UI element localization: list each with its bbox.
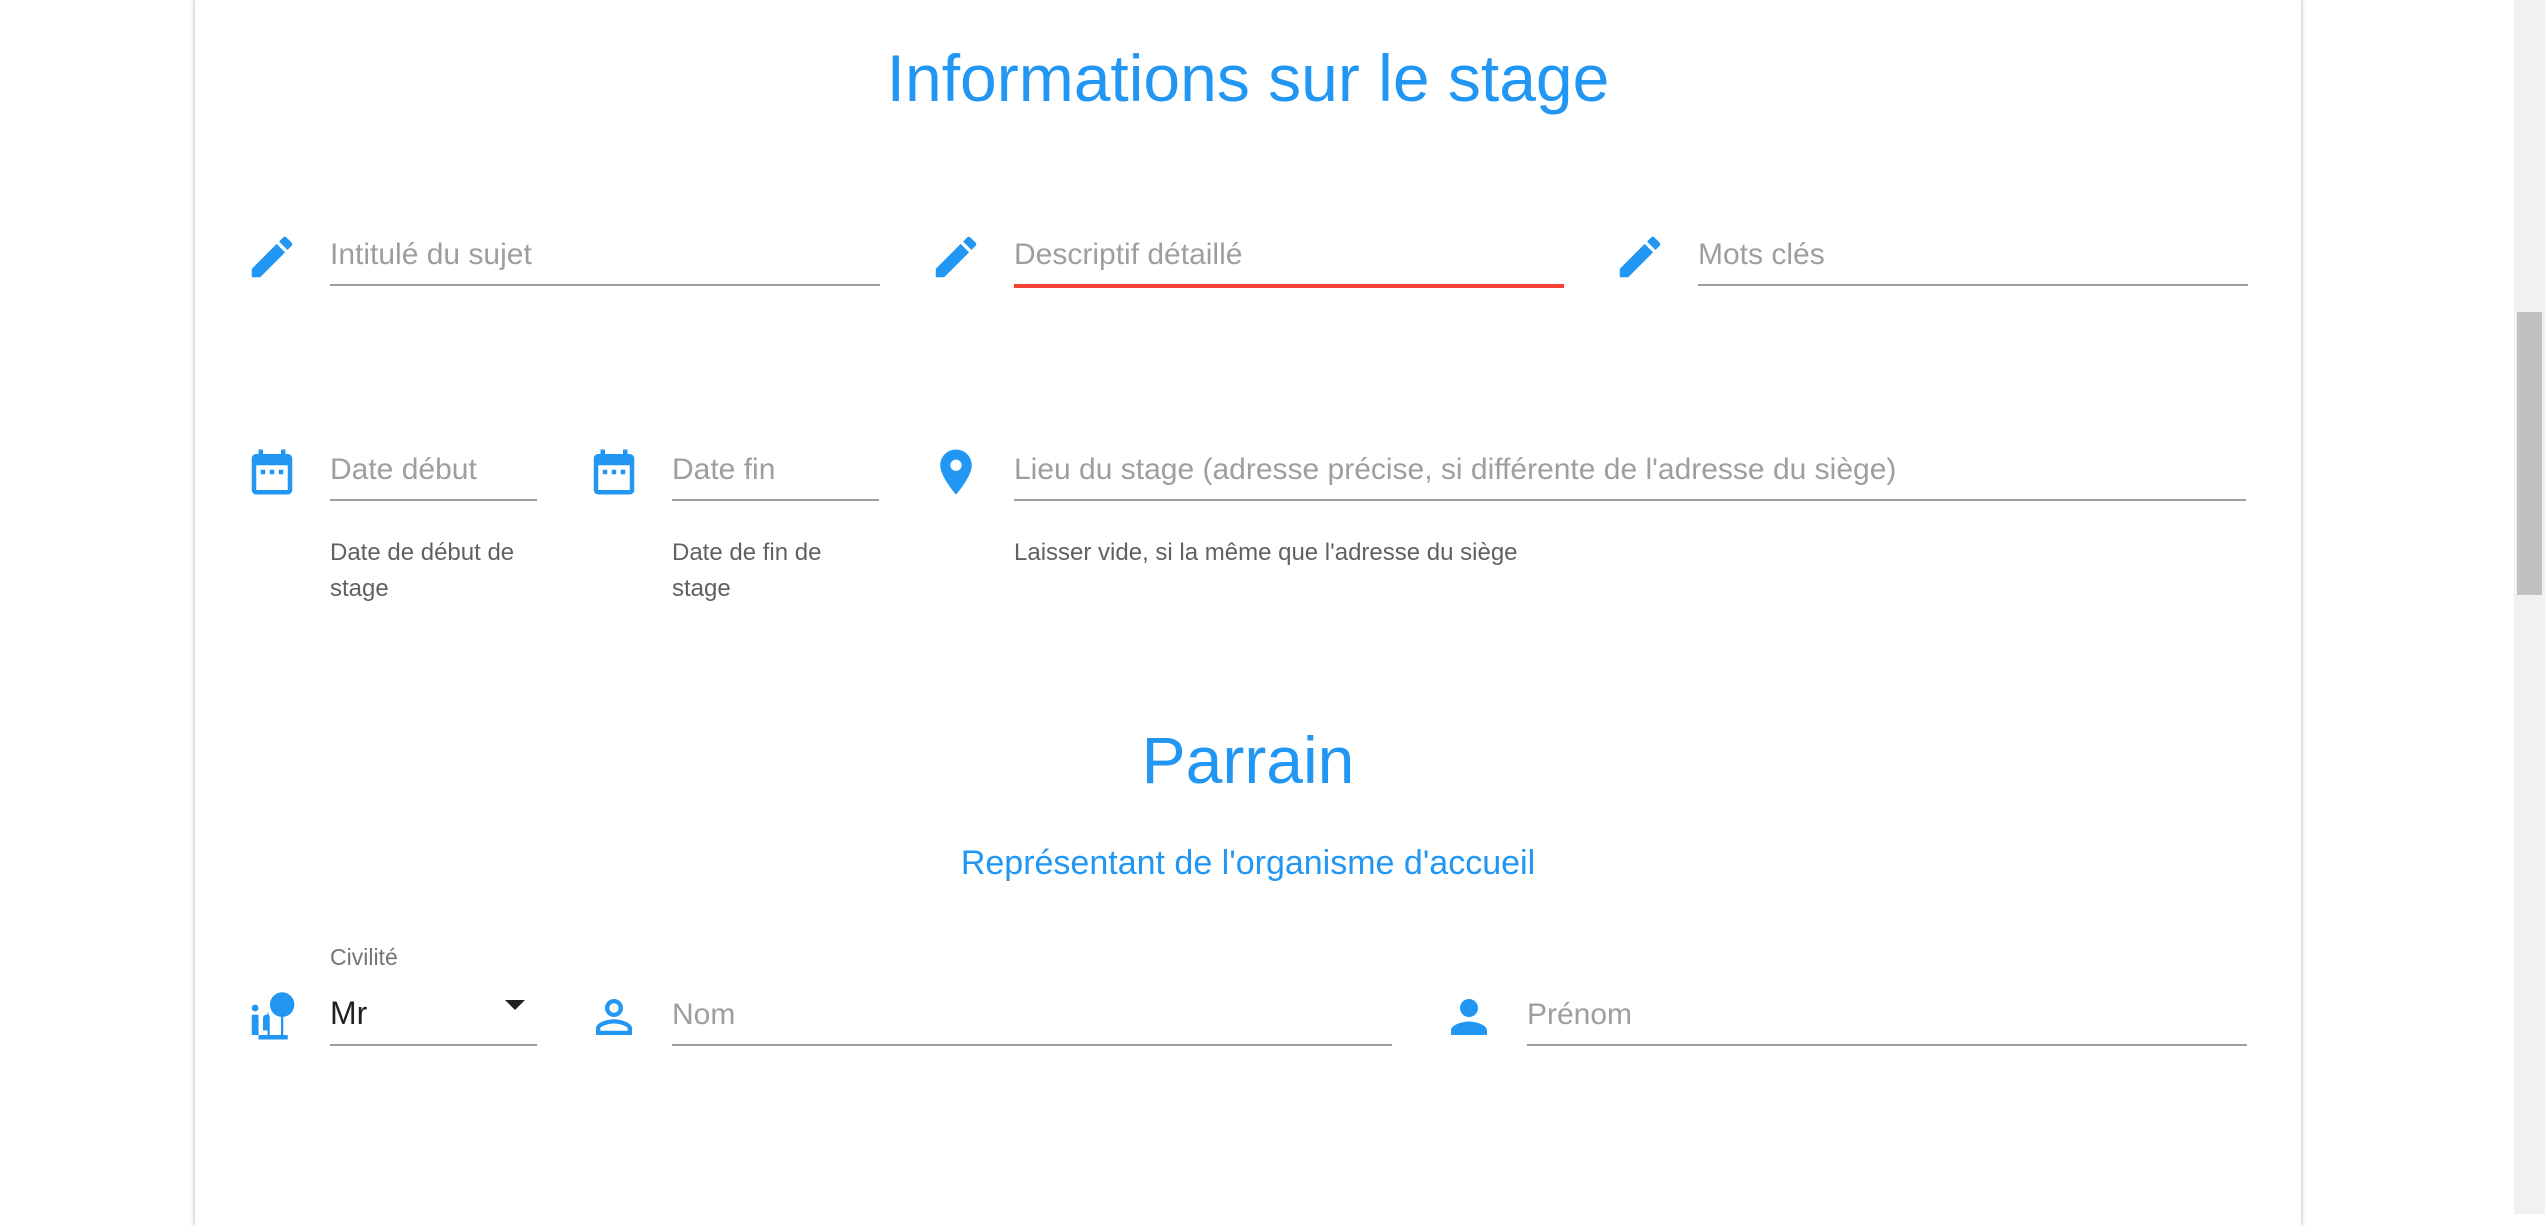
person-tree-icon: [245, 990, 299, 1044]
civility-value: Mr: [330, 995, 368, 1031]
scrollbar-thumb[interactable]: [2517, 312, 2542, 595]
parrain-section-title: Parrain: [1141, 723, 1355, 797]
civility-label: Civilité: [330, 944, 398, 970]
start-date-underline: [330, 441, 537, 501]
stage-section-title: Informations sur le stage: [886, 41, 1610, 115]
description-input[interactable]: [1014, 238, 1564, 272]
subject-title-field: [245, 226, 935, 306]
vertical-scrollbar[interactable]: [2514, 0, 2545, 1214]
location-input[interactable]: [1014, 453, 2246, 487]
parrain-section-subtitle: Représentant de l'organisme d'accueil: [960, 844, 1536, 882]
end-date-field: Date de fin de stage: [587, 441, 887, 611]
start-date-helper: Date de début de stage: [330, 539, 515, 602]
subject-title-underline: [330, 226, 880, 286]
person-icon: [1442, 990, 1496, 1044]
map-marker-icon: [929, 445, 983, 499]
first-name-input[interactable]: [1527, 998, 2247, 1032]
calendar-icon: [587, 445, 641, 499]
start-date-field: Date de début de stage: [245, 441, 545, 611]
page-viewport: Informations sur le stage Intitulé du su…: [0, 0, 2514, 1226]
location-field: Laisser vide, si la même que l'adresse d…: [929, 441, 2259, 581]
chevron-down-icon: [505, 1000, 525, 1010]
pencil-icon: [245, 230, 299, 284]
first-name-field: [1442, 986, 2252, 1066]
pencil-icon: [929, 230, 983, 284]
end-date-underline: [672, 441, 879, 501]
calendar-icon: [245, 445, 299, 499]
form-card: Informations sur le stage Intitulé du su…: [195, 0, 2301, 1226]
keywords-field: [1613, 226, 2253, 306]
location-helper: Laisser vide, si la même que l'adresse d…: [1014, 539, 1518, 566]
person-outline-icon: [587, 990, 641, 1044]
keywords-input[interactable]: [1698, 238, 2248, 272]
civility-field: Civilité Mr: [245, 944, 545, 1066]
pencil-icon: [1613, 230, 1667, 284]
end-date-helper: Date de fin de stage: [672, 539, 822, 602]
subject-title-input[interactable]: [330, 238, 880, 272]
last-name-underline: [672, 986, 1392, 1046]
last-name-field: [587, 986, 1392, 1066]
description-field: [929, 226, 1619, 306]
keywords-underline: [1698, 226, 2248, 286]
start-date-input[interactable]: [330, 453, 537, 487]
civility-select[interactable]: Mr: [330, 986, 537, 1046]
last-name-input[interactable]: [672, 998, 1392, 1032]
location-underline: [1014, 441, 2246, 501]
first-name-underline: [1527, 986, 2247, 1046]
description-underline: [1014, 226, 1564, 288]
end-date-input[interactable]: [672, 453, 879, 487]
